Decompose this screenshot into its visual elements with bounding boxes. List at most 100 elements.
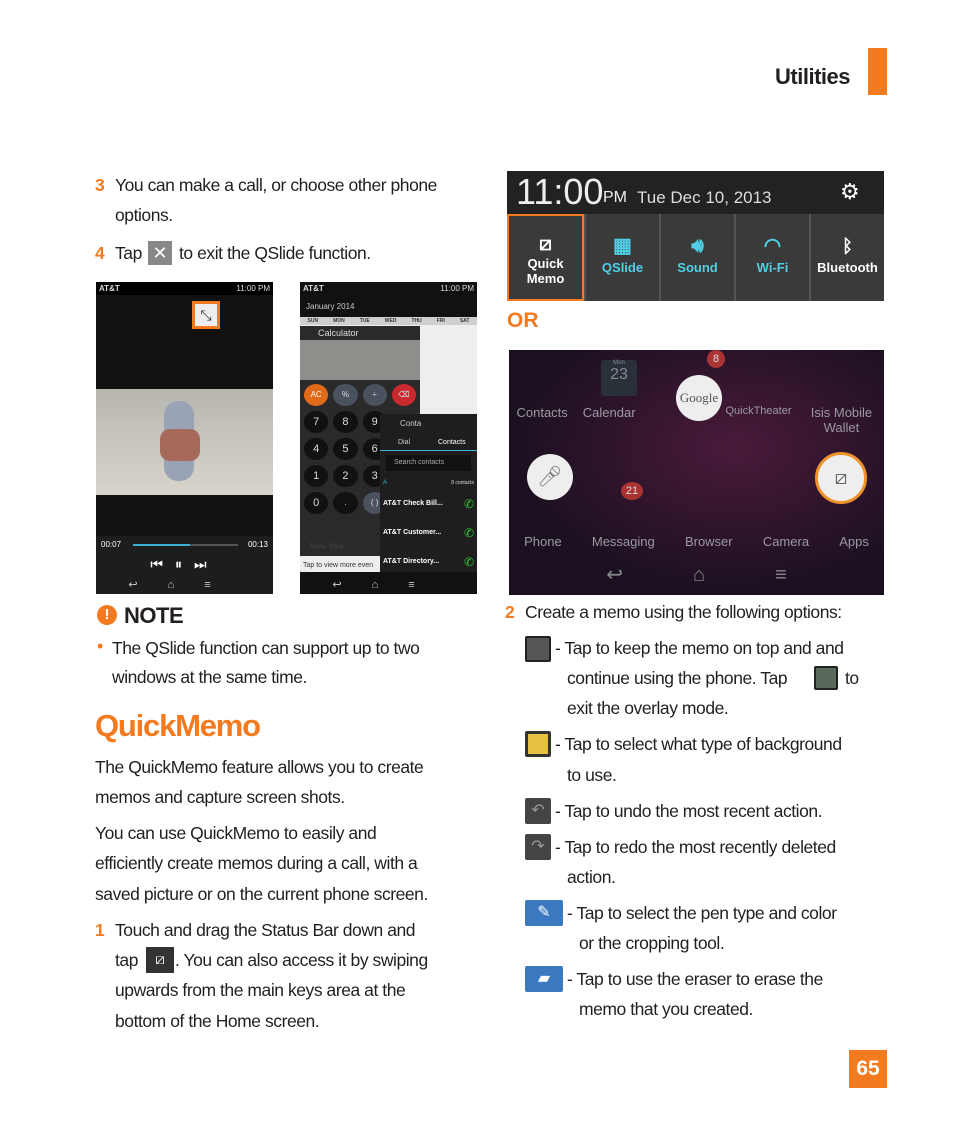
bluetooth-icon: ᛒ	[842, 236, 853, 256]
paragraph: You can use QuickMemo to easily and	[95, 823, 377, 843]
call-icon[interactable]: ✆	[464, 526, 474, 540]
contact-item[interactable]: AT&T Customer...	[383, 529, 441, 536]
step-text: Create a memo using the following option…	[525, 602, 842, 622]
elapsed-time: 00:07	[101, 540, 122, 549]
voice-search-circle[interactable]: 🎤︎	[527, 454, 573, 500]
quickmemo-circle[interactable]: ⧄	[815, 452, 867, 504]
weekday-label: FRI	[436, 318, 445, 324]
clock: 11:00	[516, 171, 604, 212]
note-title: NOTE	[124, 603, 184, 628]
option-text: - Tap to select what type of background	[555, 734, 842, 754]
option-text: to use.	[567, 765, 617, 785]
carrier-label: AT&T	[303, 284, 324, 293]
or-label: OR	[507, 309, 539, 332]
option-text: memo that you created.	[579, 999, 753, 1019]
qslide-video-screenshot: AT&T 11:00 PM ⤡ 00:07 00:13 ⏮⏸⏭ ↩⌂≡	[96, 282, 273, 594]
option-text: action.	[567, 867, 616, 887]
app-label[interactable]: Isis Mobile Wallet	[806, 405, 876, 435]
step-text: tap	[115, 950, 138, 970]
status-time: 11:00 PM	[236, 284, 270, 293]
carrier-label: AT&T	[99, 284, 120, 293]
paragraph: The QuickMemo feature allows you to crea…	[95, 757, 424, 777]
google-search-circle[interactable]: Google	[676, 375, 722, 421]
step-text: to exit the QSlide function.	[179, 243, 371, 263]
section-title: Utilities	[775, 64, 850, 89]
call-icon[interactable]: ✆	[464, 555, 474, 569]
section-tab-marker	[868, 48, 887, 95]
paragraph: memos and capture screen shots.	[95, 787, 345, 807]
app-label[interactable]: Browser	[685, 534, 733, 549]
bullet: •	[97, 636, 104, 656]
app-label[interactable]: Calendar	[583, 405, 636, 435]
quickmemo-icon: ⧄	[146, 947, 174, 973]
home-screen-screenshot: Contacts Calendar QuickTheater Isis Mobi…	[509, 350, 884, 595]
qslide-button[interactable]: ⤡	[192, 301, 220, 329]
eraser-icon: ▰	[525, 966, 563, 992]
option-text: - Tap to undo the most recent action.	[555, 801, 823, 821]
option-text: or the cropping tool.	[579, 933, 725, 953]
step-number: 2	[505, 602, 515, 622]
progress-slider[interactable]	[133, 544, 238, 546]
option-text: continue using the phone. Tap	[567, 668, 788, 688]
notification-panel-screenshot: 11:00 PM Tue Dec 10, 2013 ⚙ ⧄ Quick Memo …	[507, 171, 884, 301]
status-time: 11:00 PM	[440, 284, 474, 293]
step-text: You can make a call, or choose other pho…	[115, 175, 437, 195]
step-text: bottom of the Home screen.	[115, 1011, 320, 1031]
weekday-label: MON	[333, 318, 345, 324]
weekday-label: SUN	[307, 318, 319, 324]
tab-dial[interactable]: Dial	[398, 439, 410, 446]
step-text: Tap	[115, 243, 142, 263]
contact-item[interactable]: AT&T Directory...	[383, 558, 439, 565]
step-text: Touch and drag the Status Bar down and	[115, 920, 416, 940]
date: Tue Dec 10, 2013	[637, 188, 772, 207]
call-icon[interactable]: ✆	[464, 497, 474, 511]
overlay-icon	[525, 636, 551, 662]
step-number: 4	[95, 243, 105, 263]
step-text: . You can also access it by swiping	[175, 950, 428, 970]
background-icon	[525, 731, 551, 757]
contacts-window: Conta Dial Contacts Search contacts A 8 …	[380, 414, 477, 572]
note-text: The QSlide function can support up to tw…	[112, 638, 420, 658]
tile-wifi[interactable]: ◠ Wi-Fi	[736, 214, 809, 301]
app-label[interactable]: Messaging	[592, 534, 655, 549]
weekday-label: WED	[384, 318, 397, 324]
qslide-multiwindow-screenshot: AT&T 11:00 PM January 2014 SUN MON TUE W…	[300, 282, 477, 594]
app-label[interactable]: QuickTheater	[725, 405, 791, 435]
weekday-header: SUN MON TUE WED THU FRI SAT	[300, 317, 477, 325]
quickmemo-icon: ⧄	[539, 233, 552, 255]
redo-icon: ↷	[525, 834, 551, 860]
more-events-link[interactable]: Tap to view more even	[303, 562, 373, 569]
note-icon: !	[97, 605, 117, 625]
option-text: exit the overlay mode.	[567, 698, 729, 718]
paragraph: saved picture or on the current phone sc…	[95, 884, 428, 904]
pen-icon: ✎	[525, 900, 563, 926]
contact-item[interactable]: AT&T Check Bill...	[383, 500, 443, 507]
search-contacts-input[interactable]: Search contacts	[386, 455, 471, 471]
app-label[interactable]: Contacts	[516, 405, 567, 435]
total-time: 00:13	[247, 540, 268, 549]
weekday-label: THU	[411, 318, 422, 324]
tile-quick-memo[interactable]: ⧄ Quick Memo	[507, 214, 584, 301]
tile-qslide[interactable]: ▦ QSlide	[586, 214, 659, 301]
tile-sound[interactable]: 🔊︎ Sound	[661, 214, 734, 301]
app-label[interactable]: Apps	[839, 534, 869, 549]
clock-ampm: PM	[603, 189, 627, 206]
note-text: windows at the same time.	[112, 667, 307, 687]
sound-icon: 🔊︎	[691, 235, 704, 257]
option-text: - Tap to keep the memo on top and and	[555, 638, 844, 658]
option-text: to	[845, 668, 859, 688]
tab-contacts[interactable]: Contacts	[438, 439, 466, 446]
weekday-label: SAT	[459, 318, 470, 324]
weekday-label: TUE	[359, 318, 370, 324]
app-label[interactable]: Phone	[524, 534, 562, 549]
step-text: upwards from the main keys area at the	[115, 980, 406, 1000]
option-text: - Tap to redo the most recently deleted	[555, 837, 836, 857]
settings-gear-icon[interactable]: ⚙	[840, 179, 860, 205]
city-label: New York	[310, 542, 344, 551]
tile-bluetooth[interactable]: ᛒ Bluetooth	[811, 214, 884, 301]
calendar-month: January 2014	[306, 302, 355, 311]
step-text: options.	[115, 205, 173, 225]
option-text: - Tap to use the eraser to erase the	[567, 969, 823, 989]
step-number: 3	[95, 175, 105, 195]
app-label[interactable]: Camera	[763, 534, 809, 549]
